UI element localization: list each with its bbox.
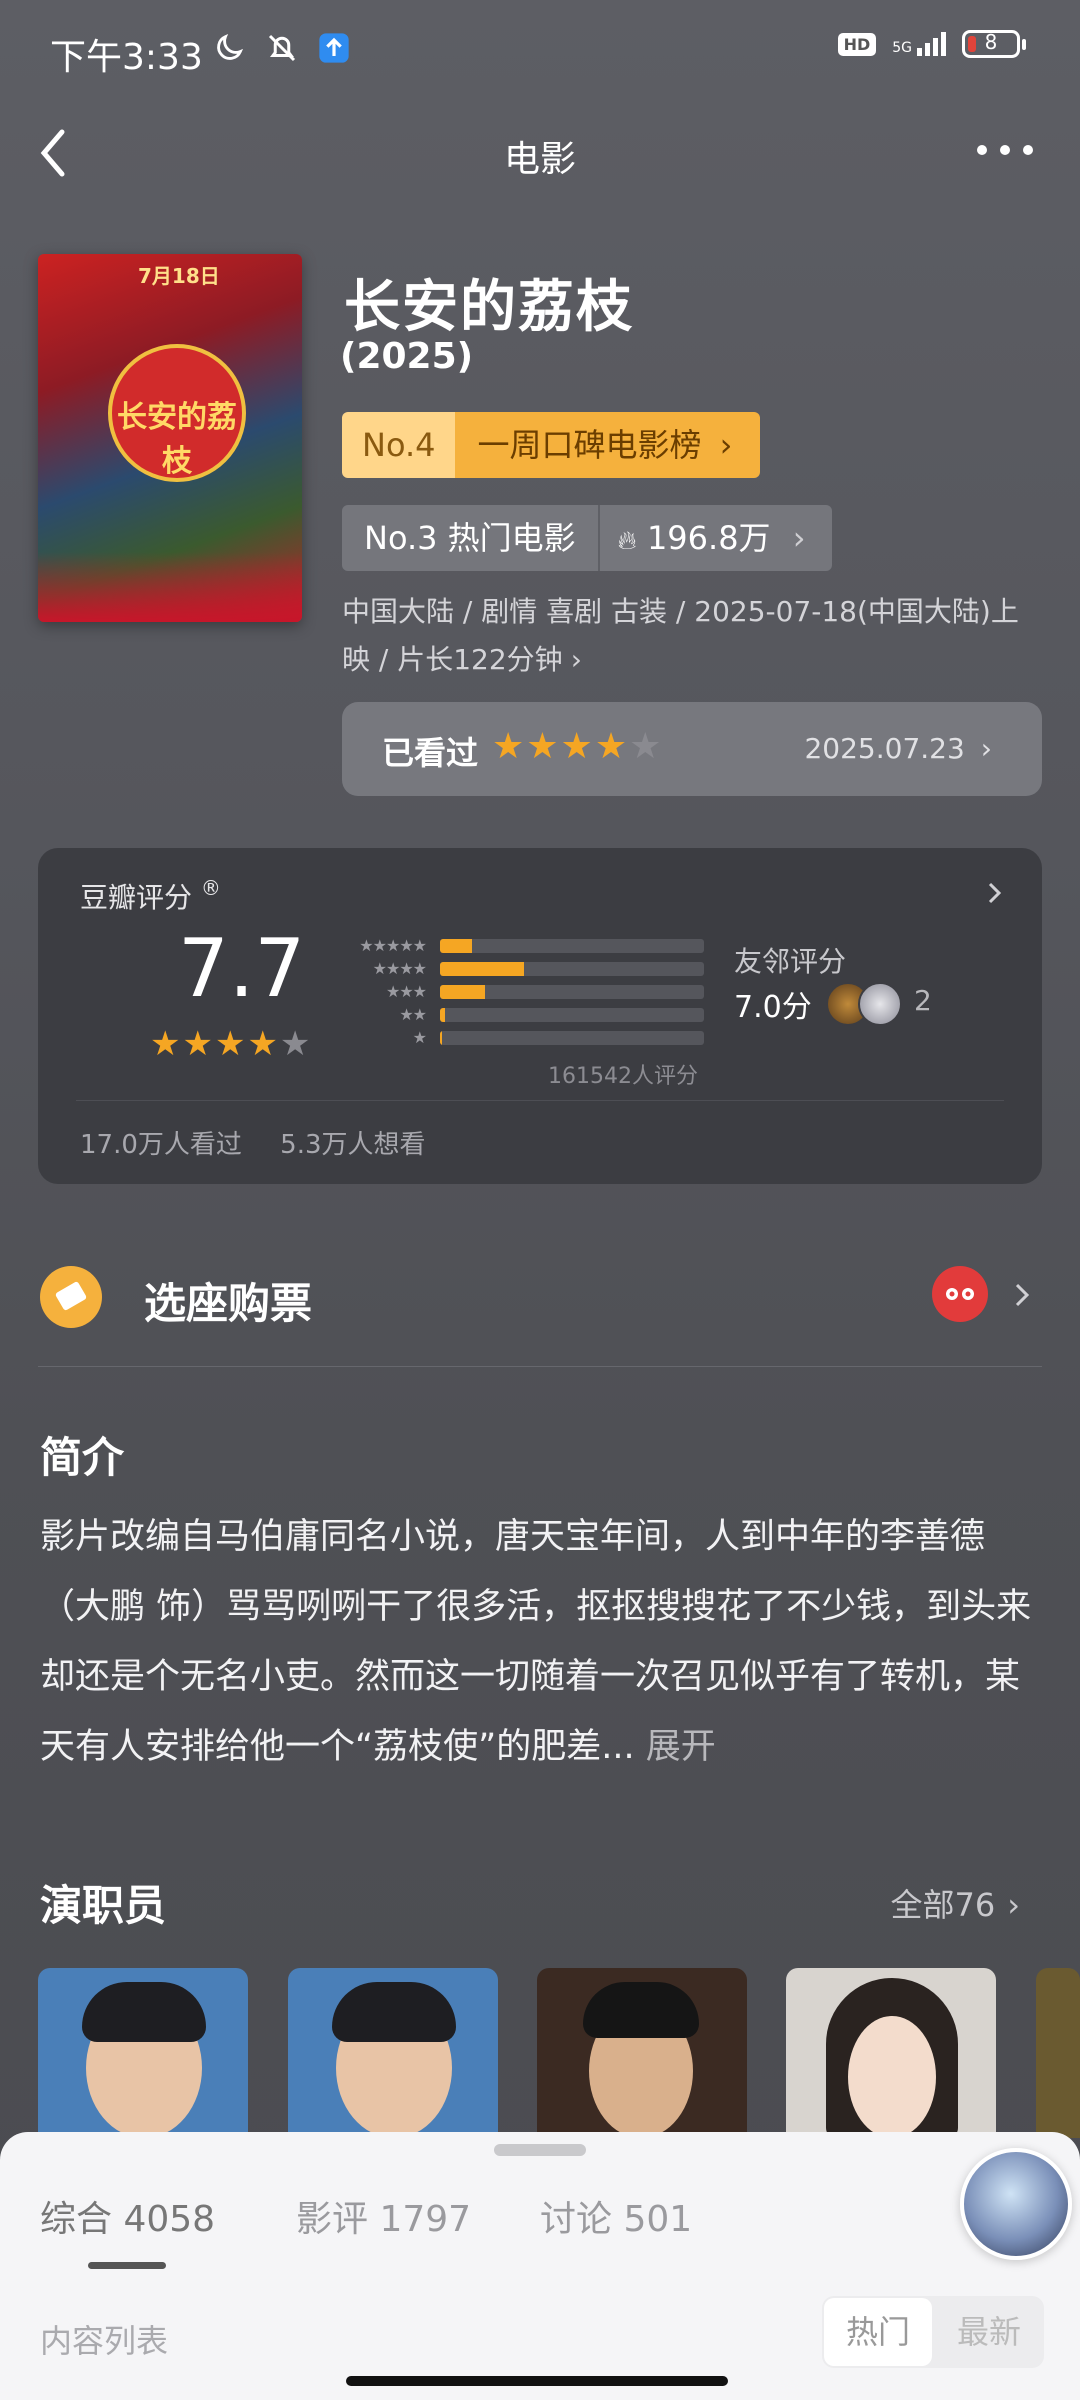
tab-discussions[interactable]: 讨论 501 xyxy=(540,2190,692,2242)
bottom-sheet[interactable]: 综合 4058 影评 1797 讨论 501 内容列表 热门 最新 xyxy=(0,2132,1080,2400)
moon-icon xyxy=(217,33,244,60)
sort-new-button[interactable]: 最新 xyxy=(934,2296,1044,2368)
poster-title: 长安的荔枝 xyxy=(117,400,237,479)
home-indicator[interactable] xyxy=(346,2376,728,2386)
chevron-right-icon: › xyxy=(792,519,806,557)
poster-date: 7月18日 xyxy=(138,264,220,288)
flame-icon: 🔥︎ xyxy=(617,526,637,556)
friend-rating-count: 2 xyxy=(914,984,932,1017)
rating-distribution: ★★★★★ ★★★★ ★★★ ★★ ★ xyxy=(328,934,704,1049)
status-icons xyxy=(212,30,350,66)
page-title: 电影 xyxy=(503,139,576,180)
status-time: 下午3:33 xyxy=(50,37,203,78)
watched-date: 2025.07.23 › xyxy=(804,732,992,765)
dist-fill xyxy=(440,984,485,999)
sheet-handle[interactable] xyxy=(494,2144,586,2156)
dist-row-1: ★ xyxy=(328,1026,704,1049)
chevron-right-icon: › xyxy=(570,643,582,676)
floating-avatar-button[interactable] xyxy=(960,2148,1072,2260)
ticket-icon xyxy=(40,1266,102,1328)
weekly-rank-number: No.4 xyxy=(342,412,456,478)
bell-muted-icon xyxy=(268,34,296,62)
cast-photo[interactable] xyxy=(786,1968,996,2138)
battery-icon: 8 xyxy=(962,30,1026,58)
chevron-right-icon: › xyxy=(980,732,992,765)
weekly-rank-badge[interactable]: No.4 一周口碑电影榜 › xyxy=(342,412,761,478)
sort-hot-button[interactable]: 热门 xyxy=(824,2298,932,2366)
watched-stars: ★★★★★ xyxy=(492,726,664,767)
dist-fill xyxy=(440,1030,442,1045)
rating-footer: 17.0万人看过 5.3万人想看 xyxy=(80,1124,456,1161)
cast-photo[interactable] xyxy=(537,1968,747,2138)
chevron-right-icon: › xyxy=(719,426,733,464)
watched-count: 17.0万人看过 xyxy=(80,1130,242,1160)
hot-rank-count: 🔥︎ 196.8万 › xyxy=(617,519,806,557)
content-list-label: 内容列表 xyxy=(40,2322,169,2360)
dist-row-5: ★★★★★ xyxy=(328,934,704,957)
watched-status[interactable]: 已看过 ★★★★★ 2025.07.23 › xyxy=(342,702,1042,796)
movie-title: 长安的荔枝 xyxy=(344,275,634,340)
hot-rank-badge[interactable]: No.3 热门电影 🔥︎ 196.8万 › xyxy=(342,505,832,571)
cast-all-link[interactable]: 全部76 › xyxy=(890,1880,1020,1926)
friend-rating-label: 友邻评分 xyxy=(734,945,847,978)
douban-rating-card[interactable]: 豆瓣评分 ® 7.7 ★★★★★ ★★★★★ ★★★★ ★★★ ★★ ★ 161… xyxy=(38,848,1042,1184)
rating-count: 161542人评分 xyxy=(548,1064,698,1089)
dist-row-2: ★★ xyxy=(328,1003,704,1026)
friend-rating-score: 7.0分 xyxy=(734,990,812,1025)
chevron-right-icon: › xyxy=(1007,1886,1020,1924)
sort-toggle[interactable]: 热门 最新 xyxy=(822,2296,1044,2368)
tab-all[interactable]: 综合 4058 xyxy=(40,2190,215,2242)
hd-badge: HD xyxy=(837,32,877,56)
intro-text: 影片改编自马伯庸同名小说，唐天宝年间，人到中年的李善德（大鹏 饰）骂骂咧咧干了很… xyxy=(40,1517,1032,1767)
chevron-right-icon xyxy=(988,882,1002,904)
rating-label: 豆瓣评分 ® xyxy=(80,876,221,914)
intro-title: 简介 xyxy=(40,1433,125,1482)
movie-poster[interactable]: 7月18日 长安的荔枝 xyxy=(38,254,302,622)
buy-ticket-button[interactable]: 选座购票 xyxy=(144,1270,312,1331)
system-status: HD 5G 8 xyxy=(837,30,1026,58)
cast-photo[interactable] xyxy=(38,1968,248,2138)
upload-app-icon xyxy=(319,33,349,63)
watched-label: 已看过 xyxy=(382,734,479,772)
dist-fill xyxy=(440,938,472,953)
weekly-rank-label: 一周口碑电影榜 › xyxy=(455,412,761,478)
poster-seal: 长安的荔枝 xyxy=(108,344,246,482)
rating-score: 7.7 xyxy=(178,922,306,1015)
chevron-right-icon[interactable] xyxy=(1012,1280,1032,1310)
rating-stars: ★★★★★ xyxy=(150,1024,313,1064)
tab-reviews[interactable]: 影评 1797 xyxy=(296,2190,471,2242)
avatar xyxy=(858,982,902,1026)
want-count: 5.3万人想看 xyxy=(280,1130,426,1160)
dist-fill xyxy=(440,961,525,976)
more-options-icon[interactable] xyxy=(970,130,1040,170)
signal-icon: 5G xyxy=(892,32,946,56)
expand-link[interactable]: 展开 xyxy=(646,1727,716,1767)
cast-photo[interactable] xyxy=(1036,1968,1080,2138)
dist-fill xyxy=(440,1007,446,1022)
hot-rank-label: No.3 热门电影 xyxy=(342,505,600,571)
cast-photo[interactable] xyxy=(288,1968,498,2138)
cast-title: 演职员 xyxy=(40,1881,167,1930)
movie-meta[interactable]: 中国大陆 / 剧情 喜剧 古装 / 2025-07-18(中国大陆)上映 / 片… xyxy=(342,588,1042,684)
dist-row-4: ★★★★ xyxy=(328,957,704,980)
movie-year: (2025) xyxy=(340,336,474,377)
dist-row-3: ★★★ xyxy=(328,980,704,1003)
maoyan-logo-icon[interactable] xyxy=(932,1266,988,1322)
tab-indicator xyxy=(88,2262,166,2269)
